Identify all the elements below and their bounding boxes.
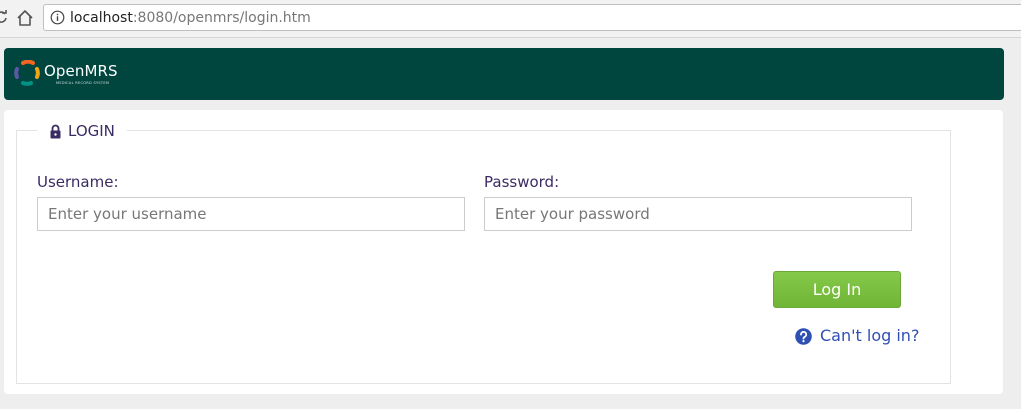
info-icon[interactable] — [50, 10, 65, 25]
login-button[interactable]: Log In — [773, 271, 901, 308]
brand-tagline: MEDICAL RECORD SYSTEM — [56, 81, 110, 85]
url-path: :8080/openmrs/login.htm — [132, 10, 311, 26]
login-legend-text: LOGIN — [68, 122, 115, 140]
password-label: Password: — [484, 173, 560, 191]
openmrs-logo[interactable]: OpenMRS MEDICAL RECORD SYSTEM — [14, 60, 134, 90]
username-label: Username: — [37, 173, 119, 191]
login-form: LOGIN Username: Password: Log In Can't l… — [16, 120, 951, 384]
username-input[interactable] — [37, 197, 465, 231]
cant-login-link[interactable]: Can't log in? — [795, 327, 919, 345]
address-bar[interactable]: localhost:8080/openmrs/login.htm — [43, 4, 1021, 31]
url-host: localhost — [70, 10, 133, 26]
cant-login-text: Can't log in? — [820, 326, 920, 345]
lock-icon — [50, 124, 61, 138]
url-text: localhost:8080/openmrs/login.htm — [70, 10, 311, 26]
browser-toolbar: localhost:8080/openmrs/login.htm — [0, 0, 1021, 38]
password-input[interactable] — [484, 197, 912, 231]
openmrs-logo-mark-icon — [14, 60, 40, 86]
home-icon[interactable] — [16, 9, 34, 27]
help-icon — [795, 327, 812, 345]
brand-name: OpenMRS — [44, 62, 118, 80]
login-legend: LOGIN — [37, 120, 127, 142]
content-panel: LOGIN Username: Password: Log In Can't l… — [4, 110, 1003, 394]
reload-icon[interactable] — [0, 10, 8, 24]
app-header: OpenMRS MEDICAL RECORD SYSTEM — [4, 48, 1004, 100]
